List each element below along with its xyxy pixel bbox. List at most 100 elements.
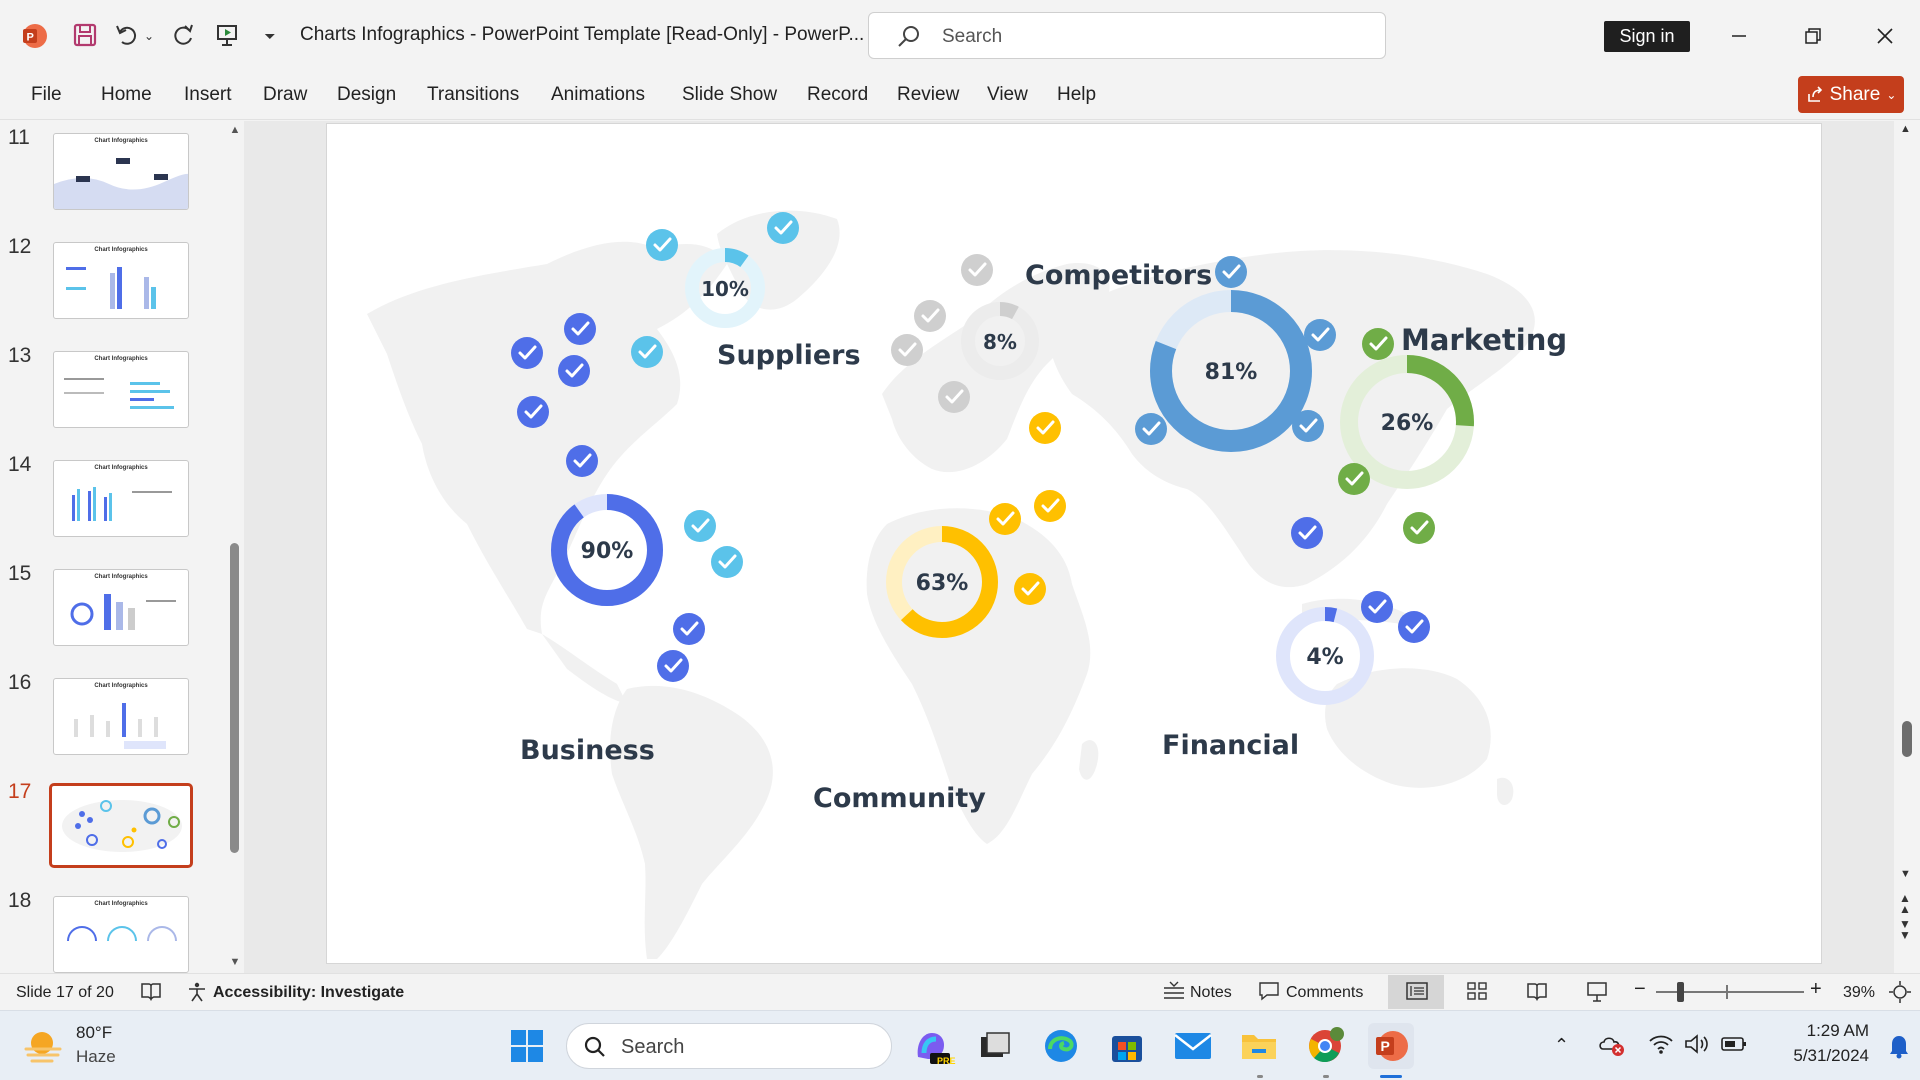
thumbnail-number: 17 xyxy=(8,780,32,803)
tab-review[interactable]: Review xyxy=(897,84,959,106)
normal-view-icon[interactable] xyxy=(1406,981,1428,1006)
check-circle-icon xyxy=(657,650,689,682)
zoom-level[interactable]: 39% xyxy=(1843,984,1875,1002)
mail-icon[interactable] xyxy=(1170,1023,1216,1069)
zoom-out-icon[interactable]: − xyxy=(1634,978,1646,1001)
donut-label: 10% xyxy=(701,277,749,301)
donut-label: 81% xyxy=(1205,360,1258,385)
slide-thumbnail-16[interactable]: Chart Infographics xyxy=(53,678,189,755)
fit-to-window-icon[interactable] xyxy=(1888,980,1912,1009)
slide-canvas[interactable]: 10% 8% 81% 26% 90% 63% 4% Suppliers Comp… xyxy=(326,123,1822,964)
taskbar-search-box[interactable]: Search xyxy=(566,1023,892,1069)
slide-scrollbar-thumb[interactable] xyxy=(1902,721,1912,757)
tab-transitions[interactable]: Transitions xyxy=(427,84,519,106)
powerpoint-logo-icon[interactable]: P xyxy=(20,22,48,50)
volume-icon[interactable] xyxy=(1684,1033,1710,1060)
next-slide-icon[interactable]: ▼ ▼ xyxy=(1899,918,1911,941)
slide-thumbnail-18[interactable]: Chart Infographics xyxy=(53,896,189,973)
thumb-scrollbar-thumb[interactable] xyxy=(230,543,239,853)
donut-chart-financial: 4% xyxy=(1276,607,1374,705)
spell-check-icon[interactable] xyxy=(140,981,162,1006)
tab-record[interactable]: Record xyxy=(807,84,868,106)
weather-haze-icon[interactable] xyxy=(22,1025,66,1070)
donut-label: 63% xyxy=(916,571,969,596)
thumb-scroll-up-icon[interactable]: ▲ xyxy=(228,124,242,136)
slide-thumbnail-17-selected[interactable] xyxy=(49,783,193,868)
slide-thumbnail-11[interactable]: Chart Infographics xyxy=(53,133,189,210)
scroll-up-icon[interactable]: ▲ xyxy=(1900,123,1911,135)
slide-thumbnail-12[interactable]: Chart Infographics xyxy=(53,242,189,319)
slide-thumbnail-13[interactable]: Chart Infographics xyxy=(53,351,189,428)
tab-insert[interactable]: Insert xyxy=(184,84,232,106)
slide-show-icon[interactable] xyxy=(1586,981,1608,1008)
tab-slide-show[interactable]: Slide Show xyxy=(682,84,777,106)
zoom-slider-thumb[interactable] xyxy=(1677,982,1684,1002)
check-circle-icon xyxy=(1304,319,1336,351)
battery-icon[interactable] xyxy=(1720,1034,1748,1059)
clock-time[interactable]: 1:29 AM xyxy=(1783,1021,1869,1041)
chrome-browser-icon[interactable] xyxy=(1302,1023,1348,1069)
tab-file[interactable]: File xyxy=(31,84,62,106)
check-circle-icon xyxy=(1398,611,1430,643)
sign-in-button[interactable]: Sign in xyxy=(1604,21,1690,52)
accessibility-status[interactable]: Accessibility: Investigate xyxy=(213,984,404,1002)
microsoft-store-icon[interactable] xyxy=(1104,1023,1150,1069)
search-input[interactable]: Search xyxy=(868,12,1386,59)
tab-draw[interactable]: Draw xyxy=(263,84,307,106)
wifi-icon[interactable] xyxy=(1648,1033,1674,1060)
slide-thumbnail-15[interactable]: Chart Infographics xyxy=(53,569,189,646)
weather-condition[interactable]: Haze xyxy=(76,1047,116,1067)
file-explorer-icon[interactable] xyxy=(1236,1023,1282,1069)
thumbnail-number: 12 xyxy=(8,235,32,258)
slide-vertical-scrollbar[interactable] xyxy=(1894,121,1920,973)
share-button[interactable]: Share ⌄ xyxy=(1798,76,1904,113)
scroll-down-icon[interactable]: ▼ xyxy=(1900,868,1911,880)
search-icon xyxy=(898,26,919,47)
task-view-icon[interactable] xyxy=(972,1023,1018,1069)
redo-icon[interactable] xyxy=(168,20,198,50)
slide-sorter-icon[interactable] xyxy=(1466,981,1488,1006)
restore-icon[interactable] xyxy=(1788,14,1838,58)
powerpoint-taskbar-icon[interactable]: P xyxy=(1368,1023,1414,1069)
notes-icon[interactable] xyxy=(1162,980,1186,1007)
label-suppliers: Suppliers xyxy=(717,340,861,371)
show-hidden-icons-chevron-icon[interactable]: ⌃ xyxy=(1554,1035,1569,1056)
label-financial: Financial xyxy=(1162,730,1300,761)
thumb-scroll-down-icon[interactable]: ▼ xyxy=(228,956,242,968)
check-circle-icon xyxy=(1338,463,1370,495)
comments-icon[interactable] xyxy=(1258,981,1280,1006)
tab-help[interactable]: Help xyxy=(1057,84,1096,106)
zoom-in-icon[interactable]: + xyxy=(1810,978,1822,1001)
taskbar-search-placeholder: Search xyxy=(621,1036,685,1058)
save-icon[interactable] xyxy=(70,20,100,50)
minimize-icon[interactable] xyxy=(1714,14,1764,58)
edge-browser-icon[interactable] xyxy=(1038,1023,1084,1069)
search-placeholder: Search xyxy=(942,26,1003,47)
customize-toolbar-icon[interactable]: ⏷ xyxy=(260,24,280,48)
notification-bell-icon[interactable] xyxy=(1888,1033,1910,1064)
check-circle-icon xyxy=(1362,328,1394,360)
comments-button[interactable]: Comments xyxy=(1286,984,1363,1002)
tab-home[interactable]: Home xyxy=(101,84,152,106)
clock-date[interactable]: 5/31/2024 xyxy=(1766,1046,1869,1066)
notes-button[interactable]: Notes xyxy=(1190,984,1232,1002)
accessibility-icon[interactable] xyxy=(186,981,208,1008)
tab-design[interactable]: Design xyxy=(337,84,396,106)
undo-icon[interactable] xyxy=(112,20,142,50)
tab-animations[interactable]: Animations xyxy=(551,84,645,106)
copilot-icon[interactable]: PRE xyxy=(908,1023,956,1069)
previous-slide-icon[interactable]: ▲ ▲ xyxy=(1899,892,1911,915)
reading-view-icon[interactable] xyxy=(1526,981,1548,1006)
thumbnail-number: 14 xyxy=(8,453,32,476)
present-from-beginning-icon[interactable] xyxy=(212,20,242,50)
check-circle-icon xyxy=(673,613,705,645)
windows-start-icon[interactable] xyxy=(504,1023,550,1069)
onedrive-error-icon[interactable] xyxy=(1598,1033,1626,1062)
weather-temperature[interactable]: 80°F xyxy=(76,1023,112,1043)
close-icon[interactable] xyxy=(1860,14,1910,58)
share-label: Share xyxy=(1829,83,1881,105)
tab-view[interactable]: View xyxy=(987,84,1028,106)
label-business: Business xyxy=(520,735,655,766)
slide-thumbnail-14[interactable]: Chart Infographics xyxy=(53,460,189,537)
undo-dropdown-chevron-icon[interactable]: ⌄ xyxy=(142,26,156,46)
